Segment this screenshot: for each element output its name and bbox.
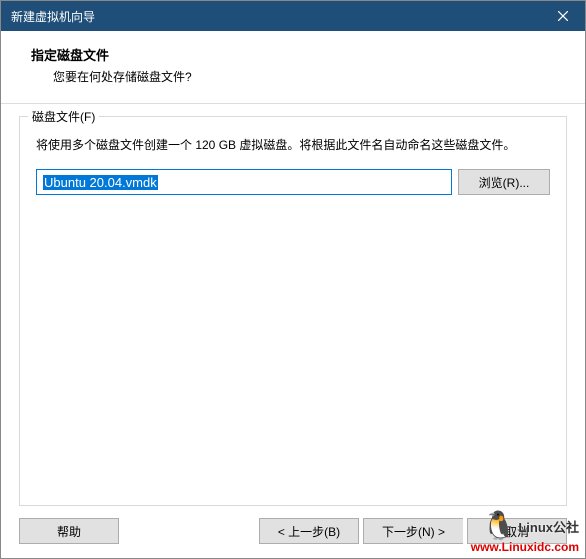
page-subtitle: 您要在何处存储磁盘文件? <box>53 68 585 85</box>
window-title: 新建虚拟机向导 <box>11 8 540 25</box>
help-button[interactable]: 帮助 <box>19 518 119 544</box>
close-button[interactable] <box>540 1 585 31</box>
page-title: 指定磁盘文件 <box>31 45 585 64</box>
disk-file-description: 将使用多个磁盘文件创建一个 120 GB 虚拟磁盘。将根据此文件名自动命名这些磁… <box>36 135 550 155</box>
cancel-button[interactable]: 取消 <box>467 518 567 544</box>
wizard-footer: 帮助 < 上一步(B) 下一步(N) > 取消 <box>1 506 585 558</box>
next-button[interactable]: 下一步(N) > <box>363 518 463 544</box>
title-bar: 新建虚拟机向导 <box>1 1 585 31</box>
disk-file-value: Ubuntu 20.04.vmdk <box>43 175 158 190</box>
nav-button-group: < 上一步(B) 下一步(N) > <box>259 518 463 544</box>
back-button[interactable]: < 上一步(B) <box>259 518 359 544</box>
browse-button[interactable]: 浏览(R)... <box>458 169 550 195</box>
wizard-window: 新建虚拟机向导 指定磁盘文件 您要在何处存储磁盘文件? 磁盘文件(F) 将使用多… <box>0 0 586 559</box>
groupbox-label: 磁盘文件(F) <box>28 108 99 125</box>
close-icon <box>558 11 568 21</box>
disk-file-groupbox: 磁盘文件(F) 将使用多个磁盘文件创建一个 120 GB 虚拟磁盘。将根据此文件… <box>19 116 567 506</box>
content-area: 磁盘文件(F) 将使用多个磁盘文件创建一个 120 GB 虚拟磁盘。将根据此文件… <box>1 104 585 506</box>
disk-file-input[interactable]: Ubuntu 20.04.vmdk <box>36 169 452 195</box>
file-row: Ubuntu 20.04.vmdk 浏览(R)... <box>36 169 550 195</box>
wizard-header: 指定磁盘文件 您要在何处存储磁盘文件? <box>1 31 585 104</box>
